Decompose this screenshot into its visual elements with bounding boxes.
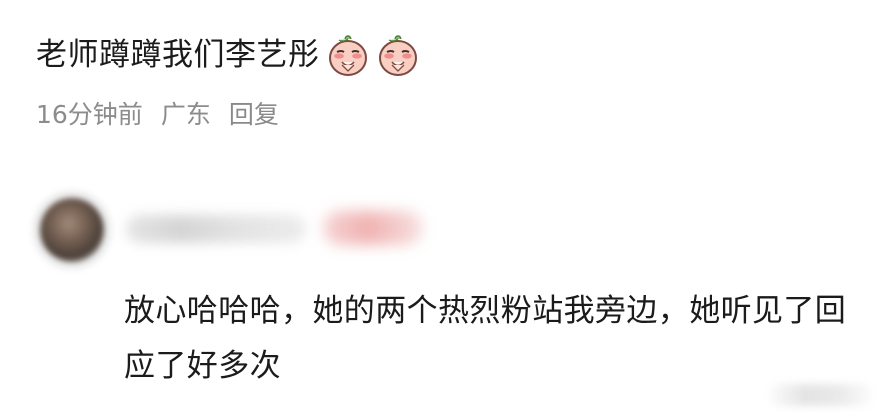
watermark	[769, 384, 873, 406]
username-blurred[interactable]	[126, 215, 306, 243]
emoji-group	[324, 31, 422, 79]
comment-item: 老师蹲蹲我们李艺彤 16分钟前 广东 回复	[36, 28, 856, 148]
avatar[interactable]	[40, 198, 104, 262]
comment-location: 广东	[160, 100, 211, 129]
blush-peach-praying-emoji-icon	[378, 35, 417, 76]
comment-meta: 16分钟前 广东 回复	[36, 99, 856, 131]
comment-text: 老师蹲蹲我们李艺彤	[36, 37, 320, 73]
comment-time: 16分钟前	[36, 100, 143, 129]
blush-peach-praying-emoji-icon	[328, 35, 367, 76]
reply-item: 放心哈哈哈，她的两个热烈粉站我旁边，她听见了回应了好多次	[36, 198, 856, 404]
comment-text-row: 老师蹲蹲我们李艺彤	[36, 28, 856, 82]
reply-text: 放心哈哈哈，她的两个热烈粉站我旁边，她听见了回应了好多次	[124, 293, 847, 384]
reply-link[interactable]: 回复	[229, 99, 279, 131]
user-badge-blurred	[323, 211, 423, 245]
